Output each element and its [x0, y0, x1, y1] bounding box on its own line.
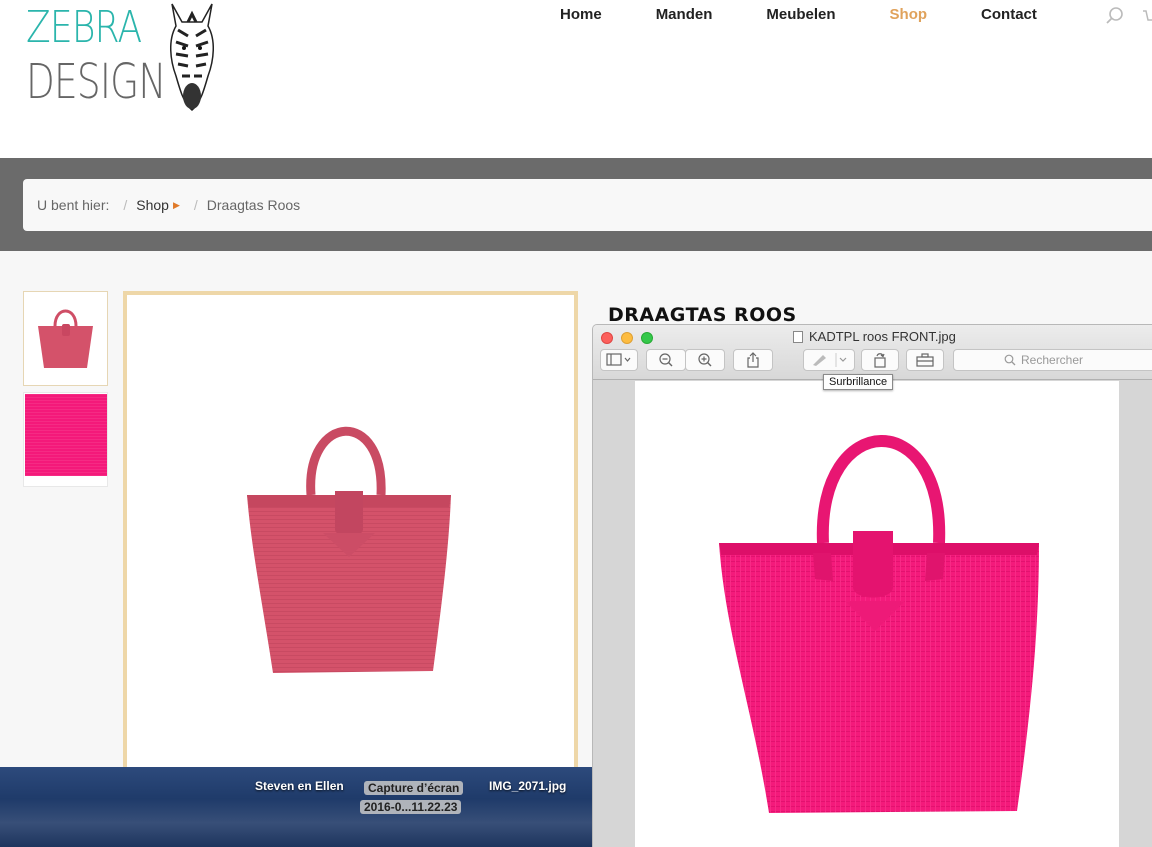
zebra-head-icon	[170, 3, 214, 111]
highlighter-icon	[813, 353, 847, 367]
site-logo[interactable]: ZEBRA DESIGN	[24, 0, 224, 115]
share-icon	[747, 352, 759, 368]
sidebar-toggle-button[interactable]	[600, 349, 638, 371]
logo-text-zebra: ZEBRA	[26, 2, 142, 53]
breadcrumb-separator: /	[193, 197, 198, 213]
nav-shop[interactable]: Shop	[890, 6, 928, 28]
pink-texture-image	[25, 394, 107, 476]
close-window-button[interactable]	[601, 332, 613, 344]
preview-window: KADTPL roos FRONT.jpg Rechercher Surbril…	[592, 324, 1152, 847]
nav-home[interactable]: Home	[560, 6, 602, 28]
site-header: ZEBRA DESIGN Home Manden Meubelen Shop C…	[0, 0, 1152, 158]
preview-title: KADTPL roos FRONT.jpg	[793, 329, 956, 344]
pink-bag-image	[719, 435, 1039, 813]
thumbnail-muted-bag[interactable]	[23, 291, 108, 386]
search-placeholder: Rechercher	[1021, 353, 1084, 367]
product-title: DRAAGTAS ROOS	[608, 304, 797, 326]
product-thumbnails	[23, 291, 108, 493]
desktop-item-image[interactable]: IMG_2071.jpg	[489, 779, 566, 793]
breadcrumb-prefix: U bent hier:	[37, 197, 110, 213]
bag-thumbnail-image	[38, 309, 93, 368]
nav-meubelen[interactable]: Meubelen	[766, 6, 835, 28]
desktop-item-screenshot-label: Capture d’écran	[364, 781, 464, 795]
document-icon	[793, 330, 803, 343]
bag-image	[247, 426, 451, 673]
minimize-window-button[interactable]	[621, 332, 633, 344]
zoom-out-icon	[659, 353, 673, 367]
cart-icon[interactable]	[1142, 8, 1152, 26]
zoom-out-button[interactable]	[646, 349, 686, 371]
desktop-item-screenshot[interactable]: Capture d’écran 2016-0...11.22.23	[360, 777, 472, 815]
desktop-background: Steven en Ellen Capture d’écran 2016-0..…	[0, 767, 592, 847]
zoom-in-button[interactable]	[685, 349, 725, 371]
sidebar-icon	[606, 353, 631, 366]
preview-filename: KADTPL roos FRONT.jpg	[809, 329, 956, 344]
desktop-item-screenshot-sublabel: 2016-0...11.22.23	[360, 800, 462, 814]
nav-manden[interactable]: Manden	[656, 6, 713, 28]
zoom-in-icon	[698, 353, 712, 367]
search-icon	[1004, 354, 1016, 366]
preview-search-field[interactable]: Rechercher	[953, 349, 1152, 371]
toolbox-button[interactable]	[906, 349, 944, 371]
preview-toolbar: KADTPL roos FRONT.jpg Rechercher	[593, 325, 1152, 380]
breadcrumb-current: Draagtas Roos	[206, 197, 301, 213]
share-button[interactable]	[733, 349, 773, 371]
nav-contact[interactable]: Contact	[981, 6, 1037, 28]
main-nav: Home Manden Meubelen Shop Contact	[560, 6, 1091, 28]
breadcrumb-arrow-icon: ▶	[172, 199, 180, 210]
rotate-icon	[874, 353, 886, 368]
breadcrumb-separator: /	[123, 197, 128, 213]
zoom-window-button[interactable]	[641, 332, 653, 344]
search-icon[interactable]	[1105, 6, 1125, 26]
highlight-button[interactable]	[803, 349, 855, 371]
rotate-button[interactable]	[861, 349, 899, 371]
breadcrumb-link-shop[interactable]: Shop	[136, 197, 169, 213]
desktop-item-folder[interactable]: Steven en Ellen	[255, 779, 344, 793]
breadcrumb-band: U bent hier: / Shop ▶ / Draagtas Roos	[0, 158, 1152, 251]
thumbnail-pink-texture[interactable]	[23, 392, 108, 487]
logo-text-design: DESIGN	[26, 54, 166, 110]
product-main-image[interactable]	[123, 291, 578, 771]
toolbox-icon	[916, 353, 934, 367]
breadcrumb: U bent hier: / Shop ▶ / Draagtas Roos	[23, 179, 1152, 231]
preview-image-canvas	[635, 381, 1119, 847]
highlight-tooltip: Surbrillance	[823, 374, 894, 390]
